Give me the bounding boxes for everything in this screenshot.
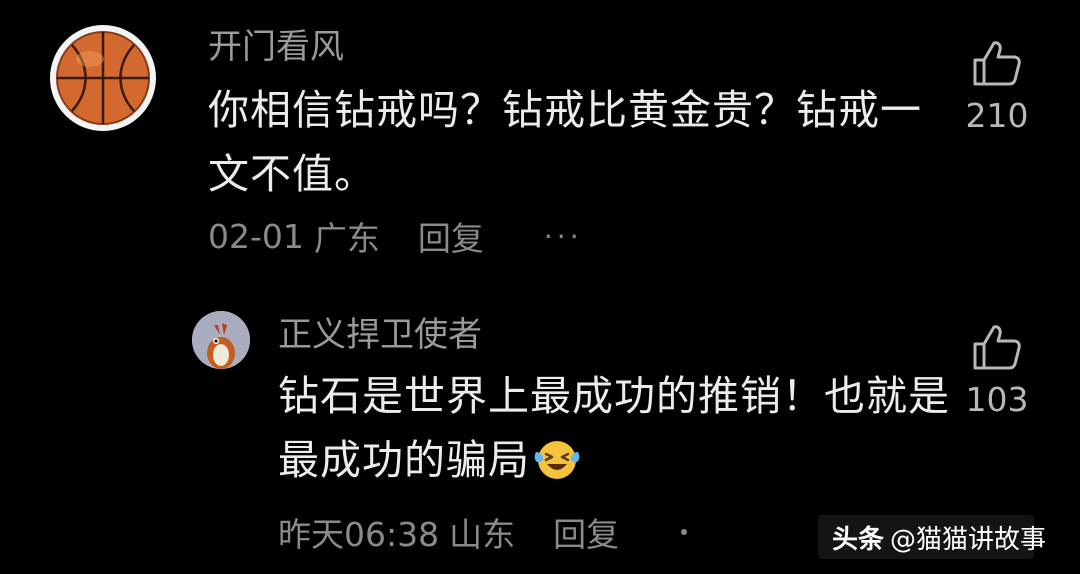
avatar[interactable] — [50, 25, 156, 131]
watermark-brand: 头条 — [832, 524, 885, 555]
thumbs-up-icon — [958, 322, 1036, 372]
reply-time: 昨天06:38 — [278, 515, 440, 554]
more-options-dot[interactable] — [681, 529, 688, 535]
bird-avatar-icon — [192, 311, 250, 369]
reply-button[interactable]: 回复 — [418, 212, 484, 260]
reply-text-block: 钻石是世界上最成功的推销！也就是最成功的骗局 — [278, 364, 958, 492]
basketball-icon — [56, 31, 150, 125]
reply-reply-button[interactable]: 回复 — [553, 508, 619, 556]
like-count: 210 — [965, 96, 1029, 135]
more-options-button[interactable]: ··· — [544, 220, 583, 253]
comment-meta: 02-01 广东 回复 ··· — [208, 213, 583, 259]
laughing-crying-emoji — [534, 436, 580, 482]
comment-date: 02-01 — [208, 216, 304, 256]
comment-location: 广东 — [313, 219, 380, 258]
reply-text: 钻石是世界上最成功的推销！也就是最成功的骗局 — [278, 372, 950, 484]
reply-like-button[interactable]: 103 — [958, 322, 1036, 420]
reply-meta: 昨天06:38 山东 回复 — [278, 508, 688, 556]
reply-like-count: 103 — [965, 380, 1029, 419]
comment-text: 你相信钻戒吗？钻戒比黄金贵？钻戒一文不值。 — [208, 86, 922, 198]
reply-username[interactable]: 正义捍卫使者 — [278, 311, 482, 359]
watermark-handle: @猫猫讲故事 — [890, 524, 1047, 555]
thumbs-up-icon — [958, 38, 1036, 88]
watermark: 头条 @猫猫讲故事 — [818, 515, 1046, 559]
like-button[interactable]: 210 — [958, 38, 1036, 136]
reply-location: 山东 — [449, 515, 516, 554]
reply-avatar[interactable] — [192, 311, 250, 369]
comment-username[interactable]: 开门看风 — [208, 22, 344, 72]
